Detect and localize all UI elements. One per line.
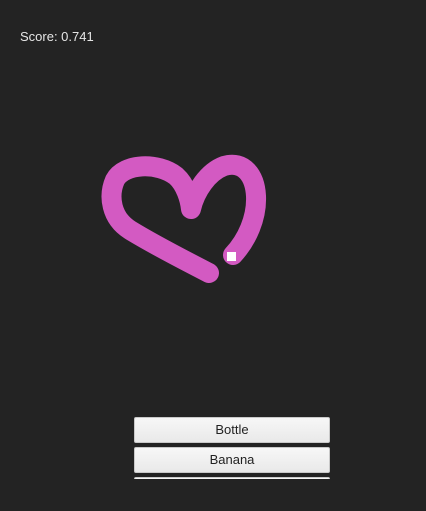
cursor-marker (227, 252, 236, 261)
answer-button-banana[interactable]: Banana (134, 447, 330, 473)
answer-button-bottle[interactable]: Bottle (134, 417, 330, 443)
answer-buttons: Bottle Banana (134, 417, 331, 479)
answer-button-third[interactable] (134, 477, 330, 479)
